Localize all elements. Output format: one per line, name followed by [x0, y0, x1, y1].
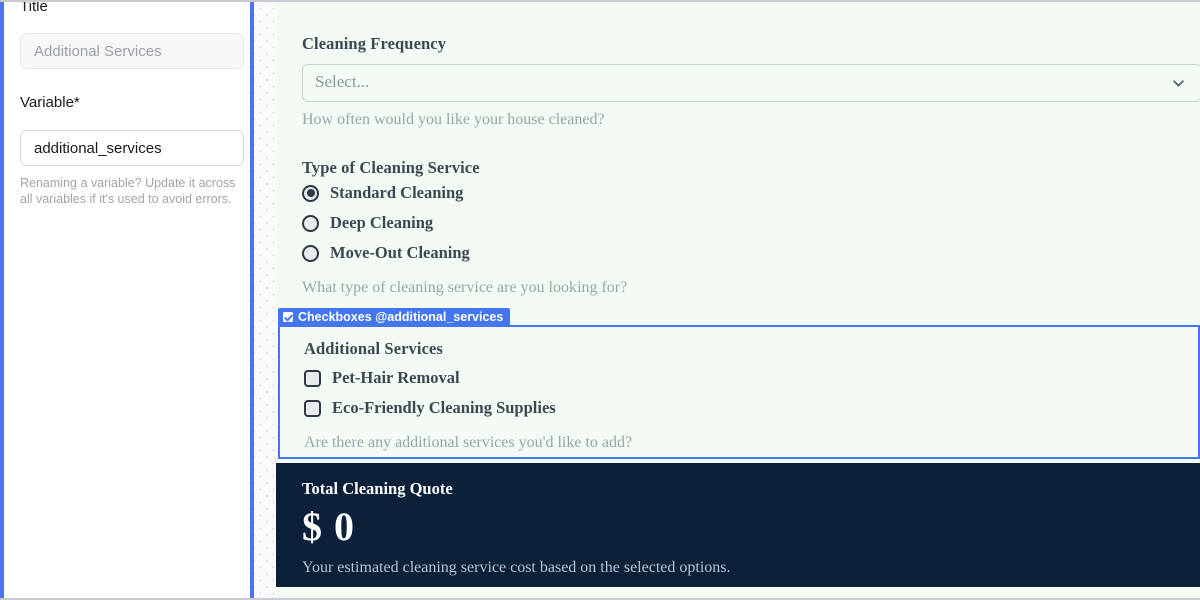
- selected-component-badge-label: Checkboxes @additional_services: [298, 310, 504, 324]
- variable-help-text: Renaming a variable? Update it across al…: [20, 176, 236, 206]
- additional-services-label: Additional Services: [304, 339, 443, 358]
- canvas-dotted-gutter: [254, 2, 277, 598]
- radio-icon-unselected: [302, 244, 319, 262]
- additional-services-content: Additional Services Pet-Hair Removal Eco…: [304, 339, 632, 452]
- field-service-type: Type of Cleaning Service Standard Cleani…: [302, 158, 627, 297]
- radio-label-deep-cleaning: Deep Cleaning: [330, 213, 434, 232]
- title-input[interactable]: [20, 33, 244, 69]
- component-inspector-panel: Title Variable* Renaming a variable? Upd…: [0, 2, 250, 598]
- field-additional-services[interactable]: Additional Services Pet-Hair Removal Eco…: [278, 325, 1200, 459]
- radio-label-standard-cleaning: Standard Cleaning: [330, 183, 464, 202]
- service-type-label: Type of Cleaning Service: [302, 158, 480, 177]
- checkbox-option-eco-friendly-supplies[interactable]: Eco-Friendly Cleaning Supplies: [304, 393, 632, 423]
- checkbox-label-pet-hair-removal: Pet-Hair Removal: [332, 368, 460, 387]
- checkbox-checked-icon: [283, 312, 293, 322]
- additional-services-help-text: Are there any additional services you'd …: [304, 434, 633, 451]
- radio-option-standard-cleaning[interactable]: Standard Cleaning: [302, 178, 627, 208]
- form-preview-canvas: Cleaning Frequency Select... How often w…: [276, 2, 1200, 598]
- checkbox-label-eco-friendly-supplies: Eco-Friendly Cleaning Supplies: [332, 398, 556, 417]
- total-quote-description: Your estimated cleaning service cost bas…: [302, 559, 731, 576]
- total-quote-panel: Total Cleaning Quote $ 0 Your estimated …: [276, 463, 1200, 587]
- radio-option-move-out-cleaning[interactable]: Move-Out Cleaning: [302, 238, 627, 268]
- app-root: Title Variable* Renaming a variable? Upd…: [0, 0, 1200, 600]
- selected-component-badge[interactable]: Checkboxes @additional_services: [278, 308, 511, 326]
- radio-label-move-out-cleaning: Move-Out Cleaning: [330, 243, 470, 262]
- variable-input[interactable]: [20, 130, 244, 166]
- radio-icon-unselected: [302, 214, 319, 232]
- cleaning-frequency-label: Cleaning Frequency: [302, 34, 447, 53]
- total-quote-amount: $ 0: [302, 504, 355, 549]
- cleaning-frequency-selected-value: Select...: [315, 72, 370, 91]
- chevron-down-icon: [1173, 80, 1184, 87]
- title-field-label: Title: [20, 2, 48, 15]
- checkbox-icon-unchecked: [304, 369, 321, 387]
- cleaning-frequency-help-text: How often would you like your house clea…: [302, 111, 605, 128]
- radio-icon-selected: [302, 184, 319, 202]
- variable-field-label: Variable*: [20, 94, 80, 111]
- radio-option-deep-cleaning[interactable]: Deep Cleaning: [302, 208, 627, 238]
- checkbox-icon-unchecked: [304, 399, 321, 417]
- total-quote-title: Total Cleaning Quote: [302, 479, 453, 498]
- cleaning-frequency-select[interactable]: Select...: [302, 64, 1200, 102]
- field-cleaning-frequency: Cleaning Frequency Select... How often w…: [302, 34, 1200, 129]
- checkbox-option-pet-hair-removal[interactable]: Pet-Hair Removal: [304, 363, 632, 393]
- service-type-help-text: What type of cleaning service are you lo…: [302, 279, 628, 296]
